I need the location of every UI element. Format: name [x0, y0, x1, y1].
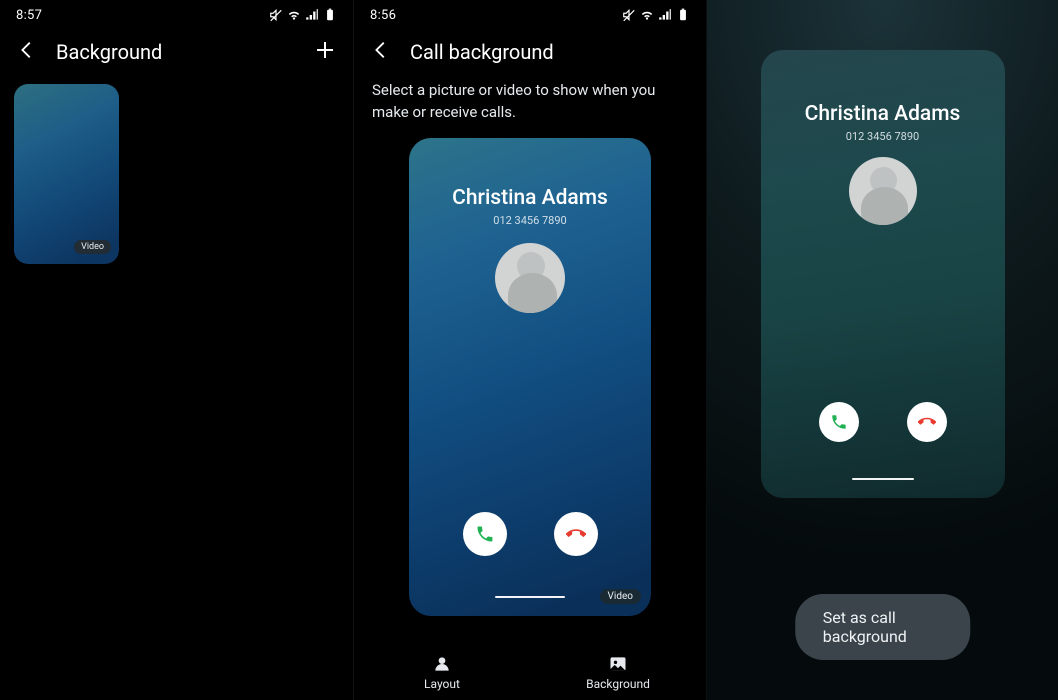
status-icons: [622, 8, 690, 22]
status-time: 8:57: [16, 8, 42, 23]
decline-button[interactable]: [907, 402, 947, 442]
battery-icon: [676, 8, 690, 22]
phone-icon: [475, 524, 495, 544]
answer-button[interactable]: [463, 512, 507, 556]
mute-icon: [622, 8, 636, 22]
home-indicator: [495, 596, 565, 598]
decline-button[interactable]: [554, 512, 598, 556]
wifi-icon: [640, 8, 654, 22]
screen-set-call-background: Christina Adams 012 3456 7890 Set as cal…: [706, 0, 1058, 700]
person-icon: [432, 654, 452, 674]
set-as-call-background-button[interactable]: Set as call background: [795, 594, 971, 660]
video-badge: Video: [600, 589, 641, 604]
tab-background[interactable]: Background: [530, 644, 706, 700]
avatar: [495, 243, 565, 313]
back-button[interactable]: [370, 39, 392, 65]
image-icon: [608, 654, 628, 674]
back-icon: [16, 39, 38, 61]
instruction-text: Select a picture or video to show when y…: [354, 74, 706, 124]
status-icons: [269, 8, 337, 22]
answer-button[interactable]: [819, 402, 859, 442]
caller-name: Christina Adams: [761, 50, 1005, 126]
call-preview-card: Christina Adams 012 3456 7890: [761, 50, 1005, 498]
page-title: Call background: [410, 40, 554, 64]
home-indicator: [852, 478, 914, 480]
screen-background-list: 8:57 Background Video: [0, 0, 353, 700]
bottom-tabs: Layout Background: [354, 644, 706, 700]
header: Background: [0, 30, 353, 74]
back-icon: [370, 39, 392, 61]
mute-icon: [269, 8, 283, 22]
phone-hangup-icon: [566, 524, 586, 544]
background-thumbnail[interactable]: Video: [14, 84, 119, 264]
caller-number: 012 3456 7890: [409, 214, 651, 227]
battery-icon: [323, 8, 337, 22]
video-badge: Video: [74, 240, 111, 254]
caller-number: 012 3456 7890: [761, 130, 1005, 143]
tab-layout[interactable]: Layout: [354, 644, 530, 700]
status-bar: 8:56: [354, 0, 706, 30]
call-preview-card[interactable]: Christina Adams 012 3456 7890 Video: [409, 138, 651, 616]
add-button[interactable]: [313, 38, 337, 66]
back-button[interactable]: [16, 39, 38, 65]
tab-label: Layout: [424, 677, 460, 691]
wifi-icon: [287, 8, 301, 22]
header: Call background: [354, 30, 706, 74]
call-buttons: [761, 402, 1005, 442]
signal-icon: [305, 8, 319, 22]
page-title: Background: [56, 40, 162, 64]
tab-label: Background: [586, 677, 650, 691]
screen-call-background-settings: 8:56 Call background Select a picture or…: [353, 0, 706, 700]
phone-icon: [830, 413, 848, 431]
status-bar: 8:57: [0, 0, 353, 30]
call-buttons: [409, 512, 651, 556]
status-time: 8:56: [370, 8, 396, 23]
phone-hangup-icon: [918, 413, 936, 431]
signal-icon: [658, 8, 672, 22]
avatar: [849, 157, 917, 225]
caller-name: Christina Adams: [409, 138, 651, 210]
plus-icon: [313, 38, 337, 62]
